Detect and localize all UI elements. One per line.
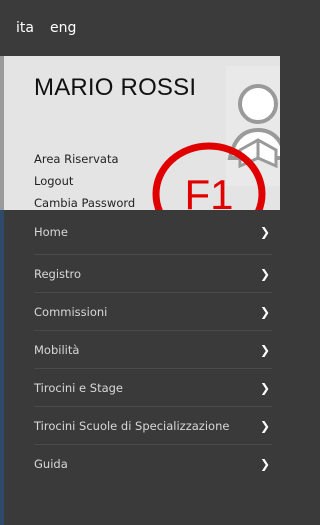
menu-item-label: Registro [34, 266, 82, 281]
menu-item-label: Guida [34, 457, 68, 471]
menu-item-tirocini-scuole-specializzazione[interactable]: Tirocini Scuole di Specializzazione ❯ [34, 407, 272, 445]
menu-item-tirocini-stage[interactable]: Tirocini e Stage ❯ [34, 369, 272, 407]
language-eng-link[interactable]: eng [50, 20, 76, 36]
menu-item-registro[interactable]: Registro ❯ [34, 255, 272, 293]
language-ita-link[interactable]: ita [16, 20, 34, 36]
chevron-right-icon: ❯ [259, 380, 270, 395]
menu-item-commissioni[interactable]: Commissioni ❯ [34, 293, 272, 331]
menu-item-label: Home [34, 225, 68, 239]
chevron-right-icon: ❯ [259, 266, 270, 281]
menu-item-label: Tirocini Scuole di Specializzazione [34, 418, 230, 433]
logout-link[interactable]: Logout [34, 171, 135, 191]
chevron-right-icon: ❯ [259, 342, 270, 357]
menu-item-home[interactable]: Home ❯ [34, 210, 272, 255]
menu-item-label: Tirocini e Stage [34, 380, 123, 395]
user-links: Area Riservata Logout Cambia Password [34, 149, 135, 210]
chevron-right-icon: ❯ [259, 225, 270, 239]
main-menu: Home ❯ Registro ❯ Commissioni ❯ Mobilità… [0, 210, 280, 525]
chevron-right-icon: ❯ [259, 457, 270, 471]
menu-item-label: Commissioni [34, 304, 108, 319]
cambia-password-link[interactable]: Cambia Password [34, 193, 135, 210]
chevron-right-icon: ❯ [259, 304, 270, 319]
menu-item-label: Mobilità [34, 342, 80, 357]
menu-item-mobilita[interactable]: Mobilità ❯ [34, 331, 272, 369]
user-name: MARIO ROSSI [34, 74, 197, 101]
area-riservata-link[interactable]: Area Riservata [34, 149, 135, 169]
chevron-right-icon: ❯ [259, 418, 270, 433]
menu-item-guida[interactable]: Guida ❯ [34, 445, 272, 483]
language-bar: ita eng [0, 0, 280, 56]
